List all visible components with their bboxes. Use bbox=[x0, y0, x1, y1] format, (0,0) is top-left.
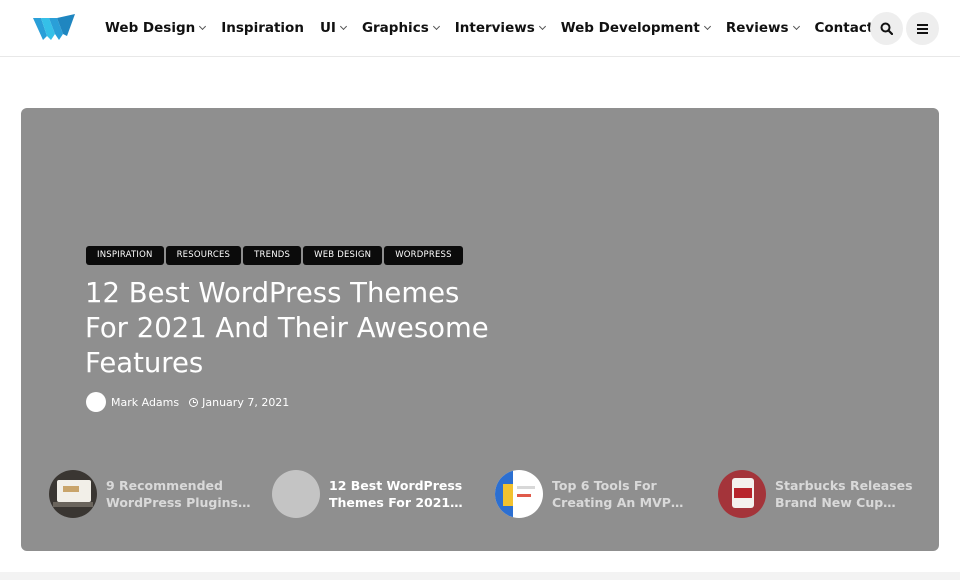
hero-title-line: 12 Best WordPress Themes bbox=[85, 276, 525, 311]
nav-label: Reviews bbox=[726, 20, 789, 36]
category-tags: INSPIRATION RESOURCES TRENDS WEB DESIGN … bbox=[86, 246, 465, 265]
related-title: 12 Best WordPress Themes For 2021… bbox=[329, 477, 479, 511]
related-posts: 9 Recommended WordPress Plugins… 12 Best… bbox=[49, 470, 939, 518]
nav-reviews[interactable]: Reviews bbox=[726, 20, 799, 36]
hero-title-line: For 2021 And Their Awesome bbox=[85, 311, 525, 346]
hamburger-menu-icon bbox=[917, 24, 928, 34]
nav-inspiration[interactable]: Inspiration bbox=[221, 20, 304, 36]
nav-label: Web Development bbox=[561, 20, 700, 36]
nav-ui[interactable]: UI bbox=[320, 20, 346, 36]
tag-resources[interactable]: RESOURCES bbox=[166, 246, 242, 265]
related-title-line: Starbucks Releases bbox=[775, 477, 925, 494]
related-title: Top 6 Tools For Creating An MVP… bbox=[552, 477, 702, 511]
tag-inspiration[interactable]: INSPIRATION bbox=[86, 246, 164, 265]
main-nav: Web Design Inspiration UI Graphics Inter… bbox=[105, 0, 899, 56]
related-thumbnail-cup bbox=[718, 470, 766, 518]
search-button[interactable] bbox=[870, 12, 903, 45]
tag-wordpress[interactable]: WORDPRESS bbox=[384, 246, 463, 265]
related-title: Starbucks Releases Brand New Cup… bbox=[775, 477, 925, 511]
site-header: Web Design Inspiration UI Graphics Inter… bbox=[0, 0, 960, 57]
related-post[interactable]: Starbucks Releases Brand New Cup… bbox=[718, 470, 939, 518]
chevron-down-icon bbox=[433, 23, 440, 30]
nav-interviews[interactable]: Interviews bbox=[455, 20, 545, 36]
related-title-line: 12 Best WordPress bbox=[329, 477, 479, 494]
post-meta: Mark Adams January 7, 2021 bbox=[86, 392, 289, 412]
related-post[interactable]: 12 Best WordPress Themes For 2021… bbox=[272, 470, 495, 518]
nav-graphics[interactable]: Graphics bbox=[362, 20, 439, 36]
related-title-line: Top 6 Tools For bbox=[552, 477, 702, 494]
hero-title-line: Features bbox=[85, 346, 525, 381]
related-title-line: Creating An MVP… bbox=[552, 494, 702, 511]
nav-label: Graphics bbox=[362, 20, 429, 36]
related-thumbnail-placeholder bbox=[272, 470, 320, 518]
related-thumbnail-ui-mockup bbox=[495, 470, 543, 518]
hero-title[interactable]: 12 Best WordPress Themes For 2021 And Th… bbox=[85, 276, 525, 381]
featured-hero[interactable]: INSPIRATION RESOURCES TRENDS WEB DESIGN … bbox=[21, 108, 939, 551]
section-divider bbox=[0, 572, 960, 580]
chevron-down-icon bbox=[539, 23, 546, 30]
nav-label: Contact bbox=[815, 20, 874, 36]
tag-trends[interactable]: TRENDS bbox=[243, 246, 301, 265]
related-title: 9 Recommended WordPress Plugins… bbox=[106, 477, 256, 511]
site-logo[interactable] bbox=[33, 14, 75, 42]
nav-label: UI bbox=[320, 20, 336, 36]
related-title-line: WordPress Plugins… bbox=[106, 494, 256, 511]
author-name[interactable]: Mark Adams bbox=[111, 396, 179, 409]
related-title-line: Brand New Cup… bbox=[775, 494, 925, 511]
nav-label: Interviews bbox=[455, 20, 535, 36]
related-post[interactable]: 9 Recommended WordPress Plugins… bbox=[49, 470, 272, 518]
search-icon bbox=[880, 22, 893, 35]
avatar[interactable] bbox=[86, 392, 106, 412]
tag-web-design[interactable]: WEB DESIGN bbox=[303, 246, 382, 265]
chevron-down-icon bbox=[704, 23, 711, 30]
nav-web-development[interactable]: Web Development bbox=[561, 20, 710, 36]
chevron-down-icon bbox=[340, 23, 347, 30]
nav-web-design[interactable]: Web Design bbox=[105, 20, 205, 36]
related-title-line: Themes For 2021… bbox=[329, 494, 479, 511]
related-post[interactable]: Top 6 Tools For Creating An MVP… bbox=[495, 470, 718, 518]
menu-button[interactable] bbox=[906, 12, 939, 45]
nav-label: Inspiration bbox=[221, 20, 304, 36]
nav-label: Web Design bbox=[105, 20, 195, 36]
related-thumbnail-laptop bbox=[49, 470, 97, 518]
chevron-down-icon bbox=[792, 23, 799, 30]
related-title-line: 9 Recommended bbox=[106, 477, 256, 494]
post-date: January 7, 2021 bbox=[202, 396, 289, 409]
clock-icon bbox=[189, 398, 198, 407]
chevron-down-icon bbox=[199, 23, 206, 30]
